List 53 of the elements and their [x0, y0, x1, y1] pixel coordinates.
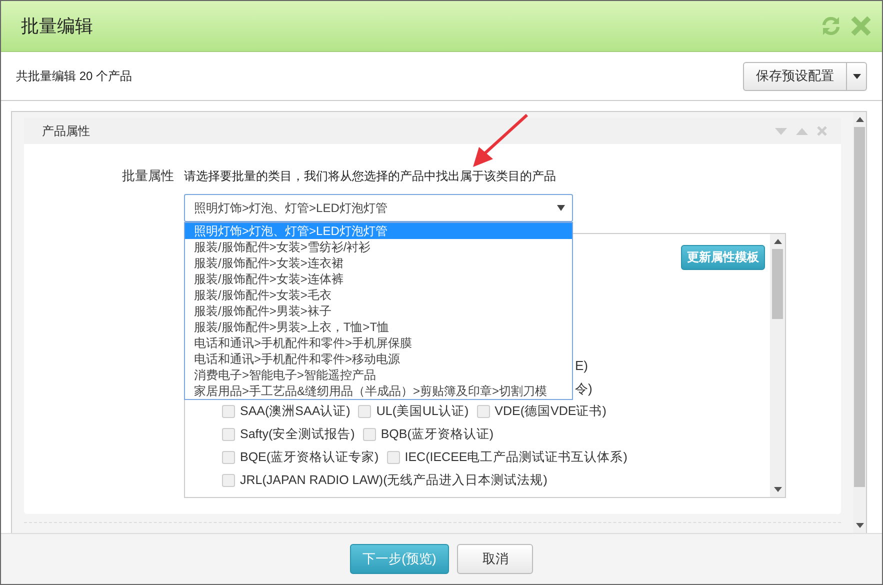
- checkbox-label: Safty(安全测试报告): [240, 426, 355, 443]
- cancel-button[interactable]: 取消: [457, 544, 534, 574]
- hint-text: 请选择要批量的类目，我们将从您选择的产品中找出属于该类目的产品: [184, 168, 557, 185]
- scroll-up-icon[interactable]: [774, 239, 782, 244]
- checkbox[interactable]: [222, 451, 235, 464]
- caret-icon: [557, 205, 565, 211]
- collapse-icon[interactable]: [775, 128, 787, 134]
- panel-title: 产品属性: [42, 122, 90, 140]
- dropdown-option[interactable]: 家居用品>手工艺品&缝纫用品（半成品）>剪贴簿及印章>切割刀模: [185, 383, 572, 399]
- checkbox[interactable]: [476, 405, 490, 418]
- close-icon[interactable]: [817, 126, 827, 136]
- checkbox-label: BQB(蓝牙资格认证): [380, 426, 494, 443]
- window-title: 批量编辑: [21, 15, 93, 38]
- refresh-icon[interactable]: [820, 15, 842, 37]
- checkbox-label: IEC(IECEE电工产品测试证书互认体系): [404, 449, 628, 466]
- scroll-up-icon[interactable]: [856, 117, 864, 122]
- scroll-down-icon[interactable]: [774, 487, 782, 492]
- dropdown-option[interactable]: 服装/服饰配件>男装>上衣，T恤>T恤: [185, 319, 572, 335]
- save-preset-button[interactable]: 保存预设配置: [743, 62, 847, 90]
- scrollbar[interactable]: [853, 112, 866, 533]
- scroll-down-icon[interactable]: [856, 523, 864, 528]
- annotation-arrow: [471, 113, 531, 169]
- dropdown-option[interactable]: 服装/服饰配件>女装>毛衣: [185, 287, 572, 303]
- checkbox-label: UL(美国UL认证): [376, 403, 469, 420]
- dropdown-option[interactable]: 服装/服饰配件>男装>袜子: [185, 303, 572, 319]
- checkbox-label: JRL(JAPAN RADIO LAW)(无线产品进入日本测试法规): [240, 472, 548, 489]
- checkbox[interactable]: [358, 405, 372, 418]
- dropdown-option[interactable]: 消费电子>智能电子>智能遥控产品: [185, 367, 572, 383]
- scroll-thumb[interactable]: [772, 249, 783, 319]
- dropdown-option[interactable]: 电话和通讯>手机配件和零件>移动电源: [185, 351, 572, 367]
- dropdown-option[interactable]: 电话和通讯>手机配件和零件>手机屏保膜: [185, 335, 572, 351]
- checkbox-label: E): [575, 358, 588, 373]
- checkbox[interactable]: [222, 405, 235, 418]
- checkbox-label: SAA(澳洲SAA认证): [240, 403, 350, 420]
- checkbox[interactable]: [222, 428, 235, 441]
- scrollbar[interactable]: [770, 234, 785, 497]
- caret-icon: [852, 74, 860, 78]
- scroll-thumb[interactable]: [854, 127, 865, 487]
- close-icon[interactable]: [850, 15, 872, 37]
- checkbox[interactable]: [222, 474, 235, 487]
- checkbox-label: 令): [575, 380, 592, 398]
- dropdown-option[interactable]: 服装/服饰配件>女装>雪纺衫/衬衫: [185, 239, 572, 255]
- checkbox[interactable]: [386, 451, 400, 464]
- category-select[interactable]: 照明灯饰>灯泡、灯管>LED灯泡灯管: [184, 194, 573, 222]
- product-count-text: 共批量编辑 20 个产品: [16, 68, 132, 84]
- checkbox-label: BQE(蓝牙资格认证专家): [240, 449, 379, 466]
- dropdown-toggle-button[interactable]: [847, 62, 867, 90]
- field-label: 批量属性: [122, 168, 174, 183]
- checkbox[interactable]: [362, 428, 376, 441]
- dropdown-option[interactable]: 服装/服饰配件>女装>连衣裙: [185, 255, 572, 271]
- checkbox-label: VDE(德国VDE证书): [494, 403, 606, 420]
- dropdown-option[interactable]: 服装/服饰配件>女装>连体裤: [185, 271, 572, 287]
- expand-icon[interactable]: [796, 128, 808, 134]
